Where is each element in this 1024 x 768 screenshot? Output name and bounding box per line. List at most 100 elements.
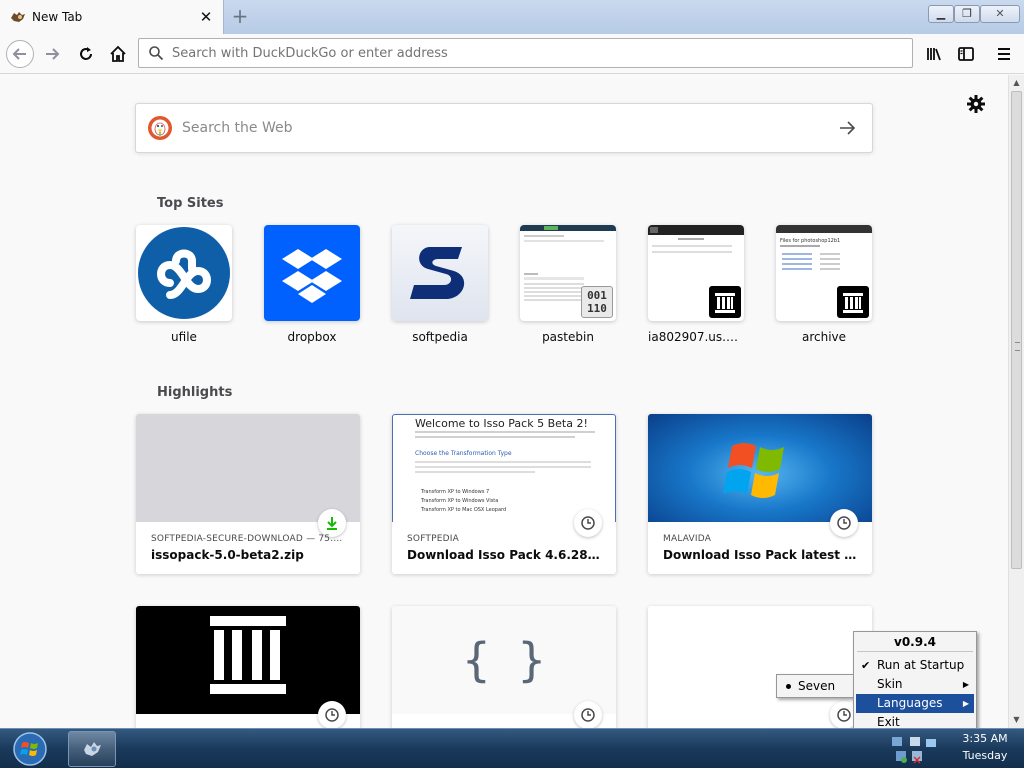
- menu-item-run-at-startup[interactable]: ✔ Run at Startup: [856, 656, 974, 675]
- forward-button[interactable]: [38, 40, 66, 68]
- dropbox-logo-icon: [282, 249, 342, 303]
- tab-title: New Tab: [32, 10, 83, 24]
- highlight-card[interactable]: Welcome to Isso Pack 5 Beta 2! Choose th…: [392, 414, 616, 574]
- tab-new-tab[interactable]: New Tab ✕: [0, 0, 224, 34]
- archive-temple-icon: [210, 616, 286, 694]
- taskbar-clock[interactable]: 3:35 AM Tuesday: [950, 730, 1020, 764]
- site-tile[interactable]: Files for photoshop12b1: [776, 225, 872, 321]
- vertical-scrollbar[interactable]: ▲ ▼: [1008, 75, 1024, 728]
- url-bar[interactable]: [138, 38, 913, 68]
- site-label: dropbox: [287, 330, 337, 344]
- home-button[interactable]: [104, 40, 132, 68]
- start-button-icon[interactable]: [10, 730, 50, 768]
- radio-bullet-icon: [786, 684, 791, 689]
- search-icon: [149, 46, 164, 61]
- taskbar-app-icon: [84, 742, 101, 756]
- card-preview: [136, 606, 360, 714]
- card-title: Download Isso Pack latest version: [663, 548, 863, 562]
- gear-icon[interactable]: [966, 94, 986, 114]
- isso-preview-heading: Welcome to Isso Pack 5 Beta 2!: [415, 417, 588, 430]
- library-icon: [927, 48, 941, 61]
- windows-logo-icon: [723, 443, 784, 498]
- system-tray-icons[interactable]: [888, 733, 948, 765]
- sidebar-icon: [958, 47, 974, 61]
- top-site-archive[interactable]: Files for photoshop12b1 archive: [776, 225, 872, 344]
- submenu-arrow-icon: ▶: [962, 699, 969, 708]
- clock-icon: [318, 701, 346, 728]
- archive-badge-icon: [837, 286, 869, 318]
- highlights-heading: Highlights: [157, 385, 233, 400]
- reload-button[interactable]: [72, 40, 100, 68]
- checkmark-icon: ✔: [861, 659, 871, 672]
- isso-preview-opt1: Transform XP to Windows 7: [421, 489, 490, 495]
- highlight-card[interactable]: [648, 606, 872, 728]
- highlight-card[interactable]: SOFTPEDIA-SECURE-DOWNLOAD — 75.3 MB isso…: [136, 414, 360, 574]
- ufile-logo-icon: [138, 227, 230, 319]
- maximize-button[interactable]: ❐: [954, 5, 980, 23]
- site-tile[interactable]: [648, 225, 744, 321]
- minimize-button[interactable]: ▁: [928, 5, 954, 23]
- duckduckgo-logo-icon: [148, 116, 172, 140]
- back-button[interactable]: [6, 40, 34, 68]
- pastebin-badge-icon: 001 110: [581, 286, 613, 318]
- close-window-button[interactable]: ✕: [980, 5, 1020, 23]
- menu-item-label: Exit: [877, 715, 900, 729]
- tab-close-icon[interactable]: ✕: [197, 8, 215, 26]
- top-site-ufile[interactable]: ufile: [136, 225, 232, 344]
- clock-icon: [830, 509, 858, 537]
- isso-preview-opt2: Transform XP to Windows Vista: [421, 498, 499, 504]
- tab-strip: New Tab ✕ + ▁ ❐ ✕: [0, 0, 1024, 34]
- menu-version-header: v0.9.4: [857, 632, 973, 652]
- site-tile[interactable]: [392, 225, 488, 321]
- taskbar-app-button[interactable]: [68, 731, 116, 767]
- sidebar-button[interactable]: [952, 40, 980, 68]
- site-tile[interactable]: [264, 225, 360, 321]
- menu-item-languages[interactable]: Languages ▶: [856, 694, 974, 713]
- clock-time: 3:35 AM: [962, 732, 1008, 745]
- scrollbar-thumb[interactable]: [1011, 91, 1022, 569]
- highlight-card[interactable]: { }: [392, 606, 616, 728]
- site-tile[interactable]: [136, 225, 232, 321]
- top-site-pastebin[interactable]: 001 110 pastebin: [520, 225, 616, 344]
- web-search-input[interactable]: [182, 120, 836, 136]
- hamburger-icon: [998, 48, 1010, 60]
- isso-preview-sub: Choose the Transformation Type: [415, 450, 512, 457]
- home-icon: [110, 45, 126, 62]
- archive-files-heading: Files for photoshop12b1: [780, 238, 841, 244]
- softpedia-logo-icon: [410, 247, 465, 299]
- new-tab-button[interactable]: +: [229, 6, 251, 28]
- tray-context-menu: v0.9.4 ✔ Run at Startup Skin ▶ Languages…: [853, 631, 977, 736]
- top-site-ia802907[interactable]: ia802907.us.archive.org: [648, 225, 744, 344]
- card-source: SOFTPEDIA: [407, 534, 459, 544]
- navigation-toolbar: [0, 34, 1024, 74]
- highlight-card[interactable]: MALAVIDA Download Isso Pack latest versi…: [648, 414, 872, 574]
- scroll-down-icon[interactable]: ▼: [1009, 712, 1024, 728]
- hamburger-menu-button[interactable]: [990, 40, 1018, 68]
- scroll-up-icon[interactable]: ▲: [1009, 75, 1024, 91]
- url-input[interactable]: [172, 45, 912, 61]
- arrow-right-icon[interactable]: [836, 117, 858, 139]
- highlight-card[interactable]: [136, 606, 360, 728]
- isso-preview-opt3: Transform XP to Mac OSX Leopard: [421, 507, 507, 513]
- card-preview: Welcome to Isso Pack 5 Beta 2! Choose th…: [392, 414, 616, 522]
- site-label: ia802907.us.archive.org: [648, 330, 744, 344]
- submenu-item-seven[interactable]: Seven: [798, 679, 835, 693]
- site-tile[interactable]: 001 110: [520, 225, 616, 321]
- web-search-box[interactable]: [135, 103, 873, 153]
- back-arrow-icon: [12, 48, 26, 60]
- languages-submenu: Seven: [776, 674, 856, 698]
- site-label: archive: [801, 330, 847, 344]
- reload-icon: [80, 47, 92, 60]
- menu-item-label: Run at Startup: [877, 658, 965, 672]
- tab-favicon-icon: [11, 12, 25, 22]
- library-button[interactable]: [920, 40, 948, 68]
- menu-item-skin[interactable]: Skin ▶: [856, 675, 974, 694]
- card-title: Download Isso Pack 4.6.2808.1540: [407, 548, 607, 562]
- download-icon: [318, 509, 346, 537]
- top-site-dropbox[interactable]: dropbox: [264, 225, 360, 344]
- menu-item-label: Languages: [877, 696, 943, 710]
- top-sites-heading: Top Sites: [157, 196, 224, 211]
- top-site-softpedia[interactable]: softpedia: [392, 225, 488, 344]
- site-label: pastebin: [542, 330, 594, 344]
- clock-icon: [574, 701, 602, 728]
